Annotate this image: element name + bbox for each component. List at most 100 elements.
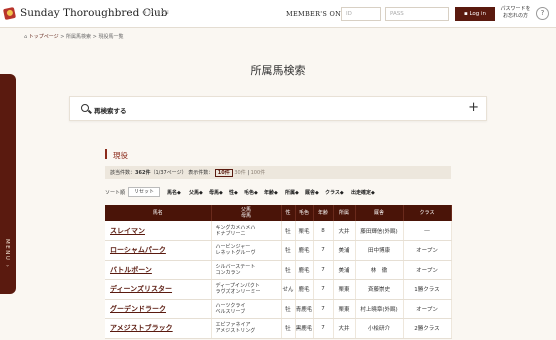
sort-key-age[interactable]: 年齢◆ — [264, 189, 278, 196]
breadcrumb-home[interactable]: トップページ — [29, 34, 59, 40]
breadcrumb-current: 現役馬一覧 — [98, 34, 124, 40]
count-label: 該当件数： — [110, 170, 136, 176]
forgot-password-line1: パスワードを — [500, 6, 531, 12]
page-title: 所属馬検索 — [250, 64, 306, 77]
count-value: 362件 — [135, 170, 151, 176]
col-header-class[interactable]: クラス — [403, 205, 452, 221]
section-title: 現役 — [113, 151, 128, 160]
breadcrumb: ⌂ トップページ > 所属馬検索 > 現役馬一覧 — [24, 34, 124, 40]
login-password-field[interactable]: PASS — [385, 7, 449, 21]
side-menu-tab[interactable]: MENU › — [0, 74, 16, 294]
results-summary: 該当件数：362件（1/37ページ） 表示件数： 10件 30件 | 100件 — [105, 166, 451, 179]
plus-icon[interactable]: + — [468, 100, 479, 115]
table-body: スレイマン キングカメハメハ ドナブリーニ牡栗毛 8 大井 藤田輝信(外厩) ― ローシャムパ… — [105, 221, 452, 339]
sex-cell: せん — [281, 279, 296, 300]
age-cell: 7 — [313, 299, 334, 319]
affiliation-cell: 大井 — [333, 318, 356, 339]
sort-key-class[interactable]: クラス◆ — [325, 189, 344, 196]
coat-color-cell: 栗毛 — [295, 221, 314, 241]
chevron-right-icon: › — [4, 264, 10, 269]
sex-cell: 牡 — [281, 240, 296, 261]
col-header-sex[interactable]: 性 — [281, 205, 296, 221]
re-search-toggle[interactable]: 再検索する + — [69, 96, 487, 121]
search-icon — [81, 104, 89, 112]
sort-key-name[interactable]: 馬名◆ — [167, 189, 181, 196]
sort-key-affiliation[interactable]: 所属◆ — [285, 189, 299, 196]
lang-en-link[interactable]: EN — [161, 10, 169, 16]
coat-color-cell: 鹿毛 — [295, 260, 314, 280]
col-header-age[interactable]: 年齢 — [313, 205, 334, 221]
trainer-cell: 村上曉章(外厩) — [355, 299, 404, 319]
table-row[interactable]: ローシャムパーク ハービンジャー レネットグルーヴ牡鹿毛 7 美浦 田中博康 オープン — [105, 240, 452, 261]
col-header-affiliation[interactable]: 所属 — [333, 205, 356, 221]
sort-key-color[interactable]: 毛色◆ — [244, 189, 258, 196]
horse-name-link[interactable]: ローシャムパーク — [105, 240, 212, 261]
table-row[interactable]: ディーンズリスター ディープインパクト ラヴズオンリーミー せん 鹿毛 7 栗東 斉藤崇史 1勝… — [105, 279, 452, 300]
table-row[interactable]: グーデンドラーク ハーツクライ ベルスリーブ牡青鹿毛 7 栗東 村上曉章(外厩) オープン — [105, 299, 452, 319]
forgot-password-link[interactable]: パスワードを お忘れの方 — [499, 6, 532, 20]
display-30-option[interactable]: 30件 — [234, 170, 245, 176]
age-cell: 7 — [313, 240, 334, 261]
horse-name-link[interactable]: バトルボーン — [105, 260, 212, 280]
sort-key-confirmed[interactable]: 出走確定◆ — [351, 189, 375, 196]
re-search-label: 再検索する — [94, 107, 127, 115]
sort-key-trainer[interactable]: 厩舎◆ — [305, 189, 319, 196]
breadcrumb-search[interactable]: 所属馬検索 — [66, 34, 91, 40]
login-button-label: Log in — [469, 11, 487, 17]
login-id-field[interactable]: ID — [341, 7, 381, 21]
coat-color-cell: 鹿毛 — [295, 279, 314, 300]
horse-name-link[interactable]: グーデンドラーク — [105, 299, 212, 319]
trainer-cell: 林 徹 — [355, 260, 404, 280]
sort-key-dam[interactable]: 母馬◆ — [209, 189, 223, 196]
club-logo-icon[interactable] — [2, 6, 17, 21]
dam-name: アメジストリング — [215, 328, 256, 335]
section-accent-bar — [105, 149, 107, 159]
affiliation-cell: 美浦 — [333, 240, 356, 261]
dam-name: ラヴズオンリーミー — [215, 289, 261, 296]
col-header-trainer[interactable]: 厩舎 — [355, 205, 404, 221]
horse-name-link[interactable]: ディーンズリスター — [105, 279, 212, 300]
dam-name: コンカラン — [215, 269, 241, 276]
dam-name: レネットグルーヴ — [215, 250, 256, 257]
class-cell: オープン — [403, 240, 452, 261]
table-row[interactable]: バトルボーン シルバーステート コンカラン牡鹿毛 7 美浦林 徹オープン — [105, 260, 452, 280]
pedigree-cell: シルバーステート コンカラン — [211, 260, 282, 280]
table-row[interactable]: スレイマン キングカメハメハ ドナブリーニ牡栗毛 8 大井 藤田輝信(外厩) ― — [105, 221, 452, 241]
display-count-label: 表示件数： — [188, 170, 214, 176]
class-cell: オープン — [403, 260, 452, 280]
affiliation-cell: 大井 — [333, 221, 356, 241]
col-header-color[interactable]: 毛色 — [295, 205, 314, 221]
display-10-option[interactable]: 10件 — [214, 169, 233, 177]
sort-row: ソート順 リセット 馬名◆ 父馬◆ 母馬◆ 性◆ 毛色◆ 年齢◆ 所属◆ 厩舎◆… — [105, 187, 405, 198]
trainer-cell: 田中博康 — [355, 240, 404, 261]
pedigree-cell: ディープインパクト ラヴズオンリーミー — [211, 279, 282, 300]
lang-jp-link[interactable]: JP — [148, 10, 153, 16]
col-header-name[interactable]: 馬名 — [105, 205, 212, 221]
table-row[interactable]: アメジストブラック エピファネイア アメジストリング牡黒鹿毛 7 大井 小桧研介 2勝クラス — [105, 318, 452, 339]
class-cell: オープン — [403, 299, 452, 319]
pedigree-cell: キングカメハメハ ドナブリーニ — [211, 221, 282, 241]
menu-label: MENU › — [4, 239, 10, 269]
class-cell: 2勝クラス — [403, 318, 452, 339]
help-icon[interactable]: ? — [536, 7, 549, 20]
sort-key-sire[interactable]: 父馬◆ — [189, 189, 203, 196]
sort-key-sex[interactable]: 性◆ — [229, 189, 238, 196]
age-cell: 7 — [313, 318, 334, 339]
affiliation-cell: 美浦 — [333, 260, 356, 280]
sex-cell: 牡 — [281, 260, 296, 280]
page-info: （1/37ページ） — [150, 170, 187, 176]
display-100-option[interactable]: 100件 — [251, 170, 266, 176]
site-header: Sunday Thoroughbred Club ⊕ JP / EN MEMBER'… — [0, 0, 556, 28]
sort-reset-button[interactable]: リセット — [128, 187, 160, 197]
horse-name-link[interactable]: スレイマン — [105, 221, 212, 241]
trainer-cell: 藤田輝信(外厩) — [355, 221, 404, 241]
horse-name-link[interactable]: アメジストブラック — [105, 318, 212, 339]
coat-color-cell: 黒鹿毛 — [295, 318, 314, 339]
class-cell: 1勝クラス — [403, 279, 452, 300]
age-cell: 7 — [313, 260, 334, 280]
login-button[interactable]: ▪ Log in — [455, 7, 495, 21]
class-cell: ― — [403, 221, 452, 241]
col-header-pedigree[interactable]: 父馬 母馬 — [211, 205, 282, 221]
sex-cell: 牡 — [281, 318, 296, 339]
affiliation-cell: 栗東 — [333, 299, 356, 319]
